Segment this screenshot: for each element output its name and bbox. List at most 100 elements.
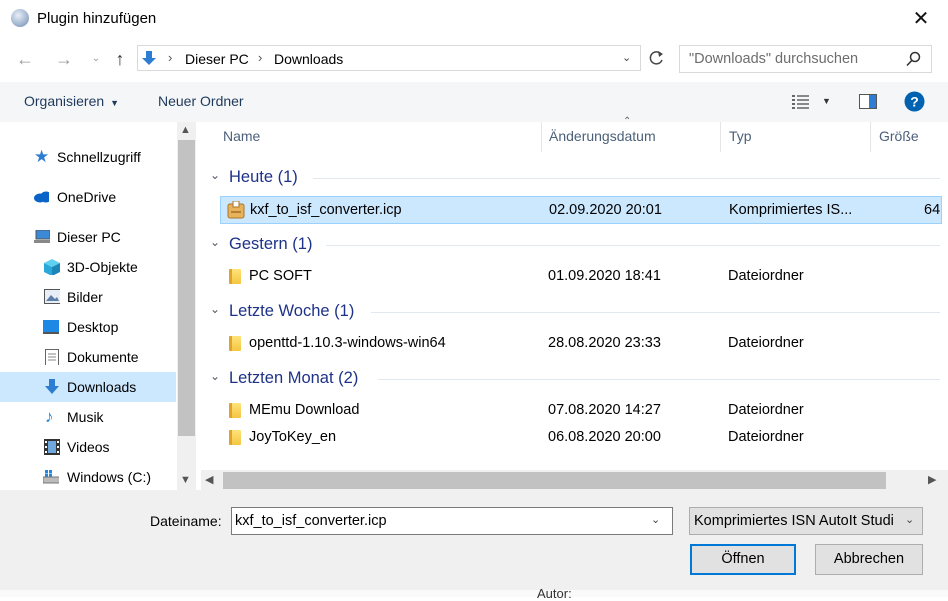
file-date: 02.09.2020 20:01 — [549, 202, 662, 218]
column-header-type[interactable]: Typ — [729, 128, 752, 144]
preview-pane-icon[interactable] — [859, 94, 877, 109]
recent-dropdown-icon[interactable]: ⌄ — [84, 47, 108, 71]
sidebar-item-3d-objekte[interactable]: 3D-Objekte — [0, 252, 176, 282]
sidebar-item-schnellzugriff[interactable]: ★ Schnellzugriff — [0, 142, 176, 172]
scroll-down-arrow-icon[interactable]: ▼ — [180, 474, 191, 486]
group-divider — [313, 178, 940, 179]
search-icon[interactable] — [905, 51, 921, 67]
sidebar-item-musik[interactable]: ♪ Musik — [0, 402, 176, 432]
chevron-down-icon[interactable]: ⌄ — [210, 168, 220, 182]
file-row[interactable]: PC SOFT 01.09.2020 18:41 Dateiordner — [220, 263, 942, 291]
file-type: Dateiordner — [728, 402, 804, 418]
scroll-up-arrow-icon[interactable]: ▲ — [180, 124, 191, 136]
file-row[interactable]: openttd-1.10.3-windows-win64 28.08.2020 … — [220, 330, 942, 358]
music-note-icon: ♪ — [45, 407, 54, 426]
column-header-size[interactable]: Größe — [879, 128, 919, 144]
filetype-dropdown-icon[interactable]: ⌄ — [905, 513, 914, 526]
group-title-letzte-woche[interactable]: Letzte Woche (1) — [229, 302, 354, 321]
search-placeholder: "Downloads" durchsuchen — [689, 51, 859, 67]
file-name: MEmu Download — [249, 402, 360, 418]
sidebar-item-label: Dokumente — [67, 349, 139, 365]
filename-dropdown-icon[interactable]: ⌄ — [651, 513, 660, 526]
close-icon[interactable]: ✕ — [906, 6, 936, 32]
breadcrumb-separator-icon: › — [168, 50, 173, 65]
column-header-name[interactable]: Name — [223, 128, 260, 144]
sidebar-item-desktop[interactable]: Desktop — [0, 312, 176, 342]
column-divider[interactable] — [541, 122, 542, 152]
scroll-right-arrow-icon[interactable]: ▶ — [928, 473, 936, 486]
navigation-scrollbar-thumb[interactable] — [178, 140, 195, 436]
sidebar-item-onedrive[interactable]: OneDrive — [0, 182, 176, 212]
film-icon — [44, 439, 60, 455]
file-date: 01.09.2020 18:41 — [548, 268, 661, 284]
svg-text:?: ? — [910, 94, 919, 110]
group-divider — [378, 379, 940, 380]
sidebar-item-windows-c[interactable]: Windows (C:) — [0, 462, 176, 490]
download-arrow-icon — [45, 379, 59, 394]
folder-icon — [229, 269, 241, 284]
group-title-letzten-monat[interactable]: Letzten Monat (2) — [229, 369, 358, 388]
column-divider[interactable] — [870, 122, 871, 152]
view-dropdown-icon[interactable]: ▼ — [822, 96, 831, 106]
organise-label: Organisieren — [24, 93, 105, 109]
file-name: kxf_to_isf_converter.icp — [250, 202, 402, 218]
navigation-pane: ★ Schnellzugriff OneDrive Dieser PC 3D-O… — [0, 122, 197, 490]
horizontal-scrollbar-thumb[interactable] — [223, 472, 886, 489]
chevron-down-icon[interactable]: ⌄ — [210, 369, 220, 383]
chevron-down-icon[interactable]: ⌄ — [210, 235, 220, 249]
open-button-label: Öffnen — [721, 551, 765, 567]
background-autor-label: Autor: — [537, 586, 572, 601]
sidebar-item-dokumente[interactable]: Dokumente — [0, 342, 176, 372]
view-list-icon[interactable] — [792, 95, 810, 109]
help-icon[interactable]: ? — [904, 91, 925, 112]
sidebar-item-label: Windows (C:) — [67, 469, 152, 485]
breadcrumb-separator-icon: › — [258, 50, 263, 65]
file-size: 64 — [924, 202, 941, 218]
column-header-date[interactable]: Änderungsdatum — [549, 128, 656, 144]
sidebar-item-bilder[interactable]: Bilder — [0, 282, 176, 312]
sidebar-item-label: Musik — [67, 409, 104, 425]
file-date: 06.08.2020 20:00 — [548, 429, 661, 445]
column-divider[interactable] — [720, 122, 721, 152]
sidebar-item-dieser-pc[interactable]: Dieser PC — [0, 222, 176, 252]
sidebar-item-label: OneDrive — [57, 189, 117, 205]
breadcrumb-dieser-pc[interactable]: Dieser PC — [185, 51, 249, 67]
drive-icon — [43, 470, 59, 484]
star-icon: ★ — [34, 147, 50, 166]
refresh-icon[interactable] — [645, 45, 667, 71]
filename-label: Dateiname: — [150, 513, 222, 529]
address-dropdown-icon[interactable]: ⌄ — [622, 51, 631, 64]
breadcrumb-downloads[interactable]: Downloads — [274, 51, 343, 67]
sidebar-item-videos[interactable]: Videos — [0, 432, 176, 462]
file-date: 07.08.2020 14:27 — [548, 402, 661, 418]
scroll-left-arrow-icon[interactable]: ◀ — [205, 473, 213, 486]
file-row[interactable]: JoyToKey_en 06.08.2020 20:00 Dateiordner — [220, 424, 942, 452]
file-type: Dateiordner — [728, 429, 804, 445]
cube-icon — [44, 259, 60, 275]
sidebar-item-downloads[interactable]: Downloads — [0, 372, 176, 402]
filename-value: kxf_to_isf_converter.icp — [235, 513, 387, 529]
sidebar-item-label: Desktop — [67, 319, 119, 335]
up-arrow-icon[interactable]: ↑ — [108, 47, 132, 71]
computer-icon — [34, 230, 50, 243]
back-arrow-icon[interactable]: ← — [13, 47, 37, 71]
group-title-heute[interactable]: Heute (1) — [229, 168, 298, 187]
forward-arrow-icon[interactable]: → — [52, 47, 76, 71]
chevron-down-icon[interactable]: ⌄ — [210, 302, 220, 316]
window-title: Plugin hinzufügen — [37, 10, 157, 27]
app-globe-icon — [11, 9, 29, 27]
group-title-gestern[interactable]: Gestern (1) — [229, 235, 312, 254]
file-name: PC SOFT — [249, 268, 312, 284]
file-name: JoyToKey_en — [249, 429, 337, 445]
file-row[interactable]: MEmu Download 07.08.2020 14:27 Dateiordn… — [220, 397, 942, 425]
file-type: Dateiordner — [728, 268, 804, 284]
organise-menu-button[interactable]: Organisieren ▼ — [24, 93, 119, 109]
filetype-value: Komprimiertes ISN AutoIt Studi — [694, 513, 894, 529]
pictures-icon — [44, 289, 60, 304]
file-type: Dateiordner — [728, 335, 804, 351]
file-row[interactable]: kxf_to_isf_converter.icp 02.09.2020 20:0… — [220, 196, 942, 224]
group-divider — [371, 312, 940, 313]
package-file-icon — [227, 201, 245, 219]
new-folder-button[interactable]: Neuer Ordner — [158, 93, 244, 109]
file-name: openttd-1.10.3-windows-win64 — [249, 335, 446, 351]
